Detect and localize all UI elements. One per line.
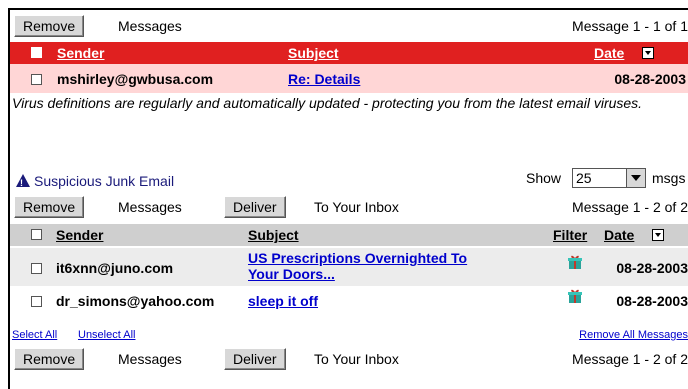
select-all-checkbox[interactable] bbox=[31, 229, 42, 240]
selection-links: Select All Unselect All Remove All Messa… bbox=[10, 329, 688, 343]
subject-link-continued[interactable]: Your Doors... bbox=[248, 266, 335, 282]
show-count-select[interactable]: 25 bbox=[572, 168, 646, 188]
messages-label: Messages bbox=[118, 18, 182, 34]
unselect-all-link[interactable]: Unselect All bbox=[78, 329, 135, 341]
remove-button[interactable]: Remove bbox=[14, 348, 85, 370]
gift-icon bbox=[568, 289, 582, 303]
date-column-header[interactable]: Date bbox=[594, 45, 624, 61]
show-label: Show bbox=[526, 170, 562, 186]
table-row[interactable]: dr_simons@yahoo.com sleep it off 08-28-2… bbox=[10, 288, 688, 312]
bottom-toolbar: Remove Messages Deliver To Your Inbox Me… bbox=[10, 348, 688, 370]
filter-column-header[interactable]: Filter bbox=[553, 227, 587, 243]
deliver-button[interactable]: Deliver bbox=[224, 348, 286, 370]
subject-column-header[interactable]: Subject bbox=[288, 45, 339, 61]
row-checkbox[interactable] bbox=[31, 74, 42, 85]
deliver-button[interactable]: Deliver bbox=[224, 196, 286, 218]
to-inbox-label: To Your Inbox bbox=[314, 199, 399, 215]
to-inbox-label: To Your Inbox bbox=[314, 351, 399, 367]
sender-cell: mshirley@gwbusa.com bbox=[57, 71, 214, 87]
sort-down-icon[interactable] bbox=[652, 229, 664, 241]
table-row[interactable]: mshirley@gwbusa.com Re: Details 08-28-20… bbox=[10, 64, 688, 93]
date-column-header[interactable]: Date bbox=[604, 227, 634, 243]
junk-toolbar: Remove Messages Deliver To Your Inbox Me… bbox=[10, 196, 688, 218]
row-checkbox[interactable] bbox=[31, 296, 42, 307]
subject-link[interactable]: Re: Details bbox=[288, 71, 360, 87]
junk-header: Sender Subject Filter Date bbox=[10, 224, 688, 246]
subject-link[interactable]: US Prescriptions Overnighted To bbox=[248, 250, 467, 266]
select-all-link[interactable]: Select All bbox=[12, 329, 57, 341]
sender-cell: dr_simons@yahoo.com bbox=[56, 293, 215, 309]
sender-column-header[interactable]: Sender bbox=[56, 227, 103, 243]
msgs-label: msgs bbox=[652, 170, 686, 186]
message-range: Message 1 - 2 of 2 bbox=[572, 351, 688, 367]
chevron-down-icon bbox=[626, 169, 645, 187]
select-all-checkbox[interactable] bbox=[31, 47, 42, 58]
date-cell: 08-28-2003 bbox=[616, 260, 688, 276]
row-checkbox[interactable] bbox=[31, 263, 42, 274]
subject-link[interactable]: sleep it off bbox=[248, 293, 318, 309]
date-cell: 08-28-2003 bbox=[614, 71, 686, 87]
top-toolbar: Remove Messages Message 1 - 1 of 1 bbox=[10, 15, 688, 37]
remove-button[interactable]: Remove bbox=[14, 15, 85, 37]
sender-column-header[interactable]: Sender bbox=[57, 45, 104, 61]
date-cell: 08-28-2003 bbox=[616, 293, 688, 309]
remove-all-messages-link[interactable]: Remove All Messages bbox=[579, 329, 688, 341]
sender-cell: it6xnn@juno.com bbox=[56, 260, 174, 276]
email-panel: Remove Messages Message 1 - 1 of 1 Sende… bbox=[8, 8, 688, 389]
sort-down-icon[interactable] bbox=[642, 47, 654, 59]
virus-notice: Virus definitions are regularly and auto… bbox=[12, 95, 643, 111]
messages-label: Messages bbox=[118, 199, 182, 215]
message-range: Message 1 - 1 of 1 bbox=[572, 18, 688, 34]
warning-icon bbox=[16, 174, 30, 187]
junk-title: Suspicious Junk Email bbox=[34, 173, 175, 189]
inbox-header: Sender Subject Date bbox=[10, 42, 688, 64]
gift-icon bbox=[568, 255, 582, 269]
subject-column-header[interactable]: Subject bbox=[248, 227, 299, 243]
table-row[interactable]: it6xnn@juno.com US Prescriptions Overnig… bbox=[10, 248, 688, 286]
messages-label: Messages bbox=[118, 351, 182, 367]
message-range: Message 1 - 2 of 2 bbox=[572, 199, 688, 215]
junk-title-row: ! Suspicious Junk Email Show 25 msgs bbox=[10, 168, 688, 194]
remove-button[interactable]: Remove bbox=[14, 196, 85, 218]
